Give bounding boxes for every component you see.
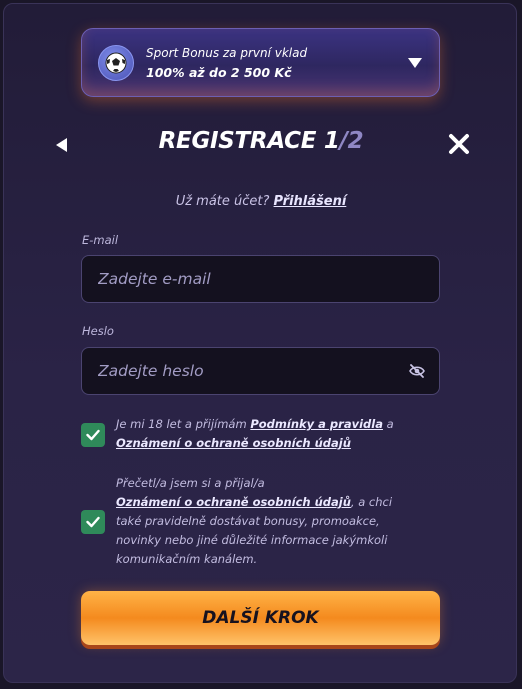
marketing-checkbox[interactable] — [81, 510, 105, 534]
title-separator: / — [339, 128, 348, 154]
terms-text-b: a — [386, 417, 394, 431]
terms-text-a: Je mi 18 let a přijímám — [116, 417, 247, 431]
marketing-text-a: Přečetl/a jsem si a přijal/a — [116, 476, 265, 490]
password-field[interactable] — [81, 347, 440, 395]
next-step-button[interactable]: DALŠÍ KROK — [81, 591, 440, 645]
login-link[interactable]: Přihlášení — [274, 194, 347, 209]
password-label: Heslo — [82, 324, 114, 338]
privacy-link[interactable]: Oznámení o ochraně osobních údajů — [116, 436, 351, 450]
bonus-subtitle: Sport Bonus za první vklad — [146, 46, 308, 60]
privacy-link-2[interactable]: Oznámení o ochraně osobních údajů — [116, 495, 351, 509]
email-label: E-mail — [82, 233, 119, 247]
check-icon — [86, 516, 100, 528]
check-icon — [86, 429, 100, 441]
bonus-title: 100% až do 2 500 Kč — [146, 65, 292, 80]
terms-checkbox[interactable] — [81, 423, 105, 447]
email-field[interactable] — [81, 255, 440, 303]
login-prompt-text: Už máte účet? — [175, 194, 270, 209]
page-title: REGISTRACE 1/2 — [0, 128, 522, 154]
title-step: REGISTRACE 1 — [158, 128, 340, 154]
registration-modal — [3, 3, 517, 683]
football-icon — [98, 45, 134, 81]
title-total: 2 — [347, 128, 364, 154]
terms-link[interactable]: Podmínky a pravidla — [250, 417, 383, 431]
bonus-selector[interactable]: Sport Bonus za první vklad 100% až do 2 … — [81, 28, 440, 97]
chevron-down-icon[interactable] — [408, 58, 422, 68]
terms-consent-text: Je mi 18 let a přijímám Podmínky a pravi… — [116, 415, 416, 453]
marketing-consent-text: Přečetl/a jsem si a přijal/a Oznámení o … — [116, 474, 416, 569]
eye-slash-icon[interactable] — [408, 362, 426, 380]
login-prompt: Už máte účet? Přihlášení — [0, 194, 522, 209]
close-icon[interactable] — [448, 133, 470, 155]
